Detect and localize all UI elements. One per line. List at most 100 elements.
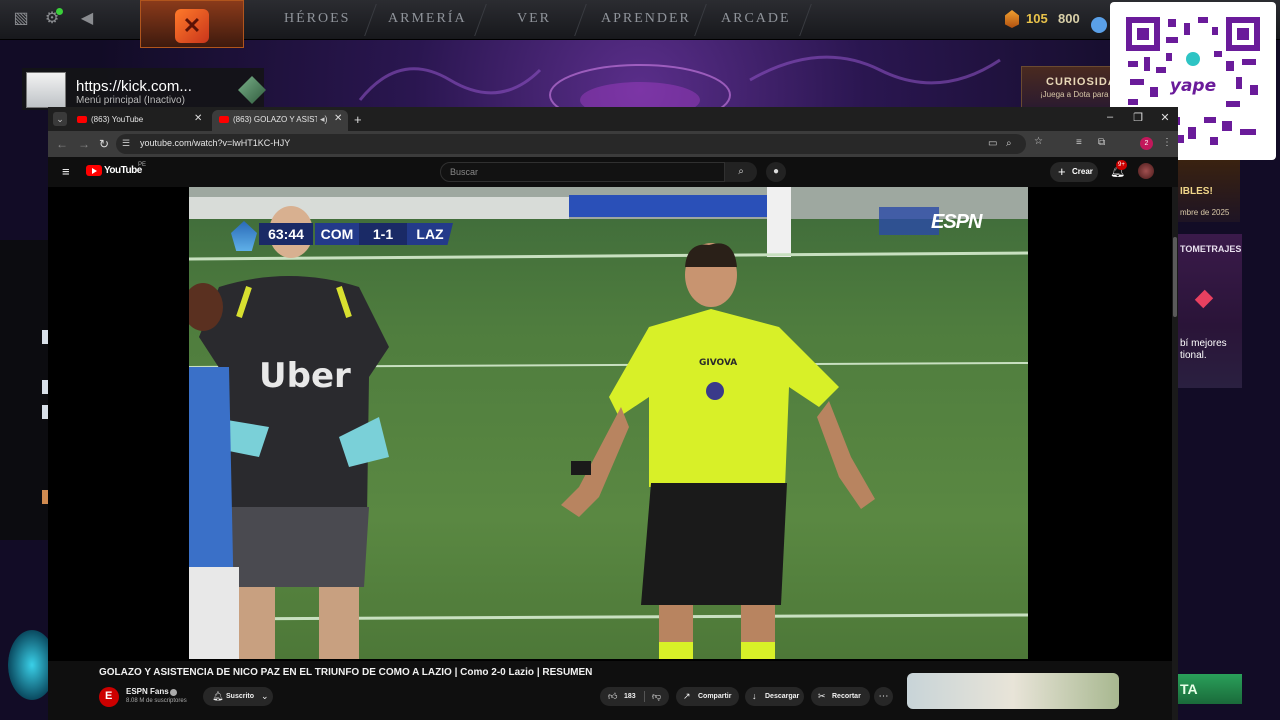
nav-watch[interactable]: VER	[517, 11, 551, 27]
url-text: youtube.com/watch?v=lwHT1KC-HJY	[140, 138, 291, 148]
curiosidades-text: ¡Juega a Dota para de	[1040, 90, 1120, 99]
home-team: COM	[315, 223, 359, 245]
play-button[interactable]: TA	[1178, 674, 1242, 704]
speaker-icon[interactable]: ◂)	[320, 114, 328, 125]
panel-title: TOMETRAJES	[1180, 244, 1242, 254]
notification-count: 9+	[1116, 160, 1127, 170]
install-app-icon[interactable]: ▭	[988, 138, 997, 149]
extensions-icon[interactable]: ⧉	[1098, 137, 1105, 148]
share-label: Compartir	[698, 693, 732, 700]
yape-logo: yape	[1170, 76, 1216, 96]
back-icon[interactable]: ←	[56, 137, 68, 151]
thumbs-up-icon[interactable]: 👍︎	[608, 687, 617, 706]
dota-banner-art	[358, 55, 1001, 110]
video-player[interactable]: Uber GIVOVA 63:44 COM 1-1 LAZ ESPN	[48, 187, 1178, 661]
clip-button[interactable]: ✂ Recortar	[811, 687, 870, 706]
youtube-header: ≡ YouTube PE Buscar ⌕ ● + Crear 🔔︎ 9+	[48, 157, 1178, 187]
more-actions-button[interactable]: ⋯	[874, 687, 893, 706]
tab-video[interactable]: (863) GOLAZO Y ASISTENCIA ◂) ✕	[212, 110, 348, 131]
zoom-icon[interactable]: ⌕	[1006, 138, 1012, 149]
youtube-logo-icon[interactable]	[86, 165, 102, 176]
media-control-icon[interactable]: ≡	[1076, 137, 1082, 148]
kick-url: https://kick.com...	[76, 78, 192, 95]
close-window-icon[interactable]: ✕	[1157, 111, 1173, 124]
tab-label: (863) YouTube	[91, 115, 144, 124]
streamer-avatar	[26, 72, 66, 108]
create-button[interactable]: + Crear	[1050, 162, 1098, 182]
match-score: 1-1	[359, 223, 407, 245]
more-menu-icon[interactable]: ⋮	[1162, 137, 1172, 148]
nav-heroes[interactable]: HÉROES	[284, 11, 350, 27]
nav-learn[interactable]: APRENDER	[601, 11, 691, 27]
channel-name[interactable]: ESPN Fans	[126, 687, 169, 696]
country-code: PE	[138, 162, 147, 168]
browser-toolbar: ← → ↻ ☰ youtube.com/watch?v=lwHT1KC-HJY …	[48, 131, 1178, 157]
site-info-icon[interactable]: ☰	[122, 138, 134, 150]
youtube-wordmark[interactable]: YouTube	[104, 165, 142, 176]
shard-icon	[1005, 10, 1019, 28]
kick-status: Menú principal (Inactivo)	[76, 95, 185, 106]
match-clock: 63:44	[259, 223, 313, 245]
coleccionables-panel[interactable]: IBLES! mbre de 2025	[1178, 160, 1240, 222]
like-dislike-group: 👍︎ 183 👎︎	[600, 687, 669, 706]
currency-amount: 105	[1026, 11, 1048, 26]
close-icon[interactable]: ✕	[334, 113, 342, 124]
panel-text: bí mejores	[1180, 338, 1227, 349]
page-scrollbar[interactable]	[1172, 187, 1178, 720]
panel-date: mbre de 2025	[1180, 208, 1230, 217]
dota-top-bar: ▧ ⚙ ◀ ✕ HÉROES ARMERÍA VER APRENDER ARCA…	[0, 0, 1280, 48]
youtube-favicon-icon	[77, 116, 87, 123]
video-frame[interactable]: Uber GIVOVA 63:44 COM 1-1 LAZ ESPN	[189, 187, 1028, 659]
back-arrow-icon[interactable]: ◀	[78, 10, 96, 28]
cortometrajes-panel[interactable]: TOMETRAJES bí mejores tional.	[1178, 234, 1242, 388]
recommended-video-thumbnail[interactable]	[907, 673, 1119, 709]
like-count: 183	[624, 693, 636, 700]
browser-window: ⌄ (863) YouTube ✕ (863) GOLAZO Y ASISTEN…	[48, 107, 1178, 720]
plus-icon: +	[1058, 164, 1066, 179]
dota-left-strip	[0, 240, 48, 540]
curiosidades-title: CURIOSIDA	[1046, 76, 1117, 88]
minimize-icon[interactable]: –	[1102, 111, 1118, 123]
share-button[interactable]: ↗ Compartir	[676, 687, 739, 706]
nav-arcade[interactable]: ARCADE	[721, 11, 791, 27]
tab-youtube-home[interactable]: (863) YouTube ✕	[70, 110, 210, 131]
hamburger-menu-icon[interactable]: ≡	[62, 164, 70, 179]
nav-separator	[799, 4, 812, 36]
settings-square-icon[interactable]: ▧	[12, 10, 30, 28]
bell-icon: 🔔︎	[212, 691, 224, 701]
nav-separator	[474, 4, 487, 36]
nav-armory[interactable]: ARMERÍA	[388, 11, 467, 27]
address-bar[interactable]: ☰ youtube.com/watch?v=lwHT1KC-HJY ▭ ⌕	[116, 134, 1026, 154]
chat-icon[interactable]	[1091, 17, 1107, 33]
curiosidades-panel[interactable]: CURIOSIDA ¡Juega a Dota para de	[1021, 66, 1121, 110]
rank-badge-icon	[238, 76, 266, 104]
chevron-down-icon: ⌄	[261, 691, 269, 701]
create-label: Crear	[1072, 167, 1093, 176]
scissors-icon: ✂	[818, 691, 826, 701]
restore-icon[interactable]: ❐	[1130, 111, 1146, 124]
close-icon[interactable]: ✕	[194, 113, 202, 124]
video-title: GOLAZO Y ASISTENCIA DE NICO PAZ EN EL TR…	[99, 667, 593, 678]
thumbs-down-icon[interactable]: 👎︎	[652, 687, 661, 706]
broadcaster-logo: ESPN	[931, 211, 982, 233]
new-tab-icon[interactable]: +	[354, 112, 362, 127]
subscribed-button[interactable]: 🔔︎ Suscrito ⌄	[203, 687, 273, 706]
clip-label: Recortar	[832, 693, 861, 700]
dota-home-tab[interactable]: ✕	[140, 0, 244, 48]
reload-icon[interactable]: ↻	[99, 137, 109, 151]
panel-title: IBLES!	[1180, 186, 1213, 197]
profile-icon[interactable]: 2	[1140, 137, 1153, 150]
download-button[interactable]: ↓ Descargar	[745, 687, 804, 706]
channel-avatar[interactable]	[99, 687, 119, 707]
account-avatar[interactable]	[1138, 163, 1154, 179]
microphone-icon[interactable]: ●	[766, 162, 786, 182]
tab-search-icon[interactable]: ⌄	[53, 112, 67, 126]
search-icon[interactable]: ⌕	[725, 162, 757, 182]
more-horizontal-icon: ⋯	[878, 691, 889, 702]
forward-icon[interactable]: →	[78, 137, 90, 151]
panel-text: tional.	[1180, 350, 1207, 361]
bookmark-star-icon[interactable]: ☆	[1034, 136, 1043, 147]
search-input[interactable]: Buscar	[440, 162, 725, 182]
scrollbar-thumb[interactable]	[1173, 237, 1177, 317]
divider	[644, 691, 645, 702]
